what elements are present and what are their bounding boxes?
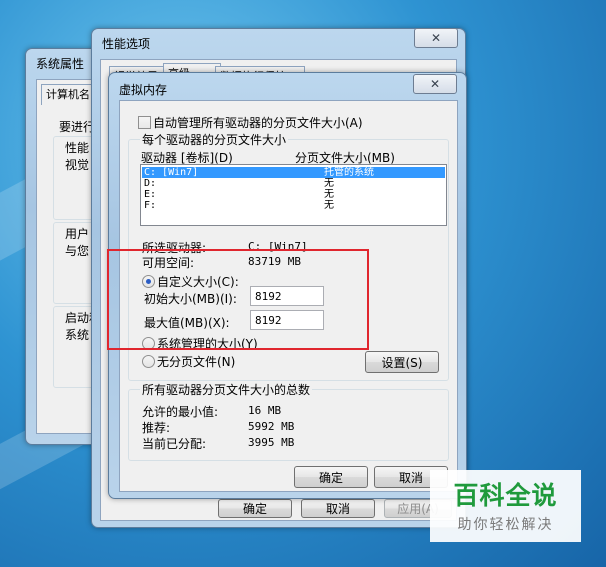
drive-name: E:	[144, 189, 157, 200]
watermark-title: 百科全说	[453, 481, 558, 510]
drive-size: 无	[324, 189, 334, 200]
allocated-label: 当前已分配:	[142, 437, 207, 451]
text-line: 与您	[65, 244, 90, 258]
min-allowed-value: 16 MB	[248, 404, 282, 417]
recommended-label: 推荐:	[142, 421, 171, 435]
close-icon: ✕	[429, 77, 441, 91]
close-button[interactable]: ✕	[414, 28, 458, 48]
allocated-value: 3995 MB	[248, 436, 295, 449]
text-line: 用户	[65, 227, 90, 241]
close-icon: ✕	[430, 31, 442, 45]
drive-size: 无	[324, 200, 334, 211]
text-line: 要进行	[59, 120, 96, 134]
totals-title: 所有驱动器分页文件大小的总数	[140, 381, 313, 398]
drive-size: 无	[324, 178, 334, 189]
auto-manage-label[interactable]: 自动管理所有驱动器的分页文件大小(A)	[153, 114, 363, 131]
window-title: 虚拟内存	[119, 83, 168, 97]
drive-list[interactable]: C: [Win7] 托管的系统 D: 无 E: 无 F: 无	[140, 164, 447, 226]
min-allowed-label: 允许的最小值:	[142, 405, 219, 419]
auto-manage-checkbox[interactable]	[138, 116, 151, 129]
no-paging-radio[interactable]	[142, 355, 155, 368]
cancel-button[interactable]: 取消	[301, 499, 375, 518]
text-line: 性能	[65, 141, 90, 155]
drive-name: F:	[144, 200, 157, 211]
drive-name: D:	[144, 178, 157, 189]
set-button[interactable]: 设置(S)	[365, 351, 439, 373]
watermark-logo: 百科全说 助你轻松解决	[430, 470, 581, 542]
list-item[interactable]: C: [Win7] 托管的系统	[142, 167, 445, 178]
recommended-value: 5992 MB	[248, 420, 295, 433]
list-item[interactable]: D: 无	[142, 178, 445, 189]
ok-button[interactable]: 确定	[218, 499, 292, 518]
list-item[interactable]: F: 无	[142, 200, 445, 211]
group-title: 每个驱动器的分页文件大小	[140, 131, 289, 148]
watermark-subtitle: 助你轻松解决	[457, 517, 554, 533]
ok-button[interactable]: 确定	[294, 466, 368, 488]
close-button[interactable]: ✕	[413, 74, 457, 94]
window-title: 性能选项	[102, 37, 151, 51]
drive-name: C: [Win7]	[144, 167, 199, 178]
window-title: 系统属性	[36, 57, 85, 71]
text-line: 系统	[65, 328, 90, 342]
drive-size: 托管的系统	[324, 167, 374, 178]
text-line: 视觉	[65, 158, 90, 172]
list-item[interactable]: E: 无	[142, 189, 445, 200]
highlight-box	[107, 249, 369, 350]
no-paging-label[interactable]: 无分页文件(N)	[157, 353, 235, 370]
